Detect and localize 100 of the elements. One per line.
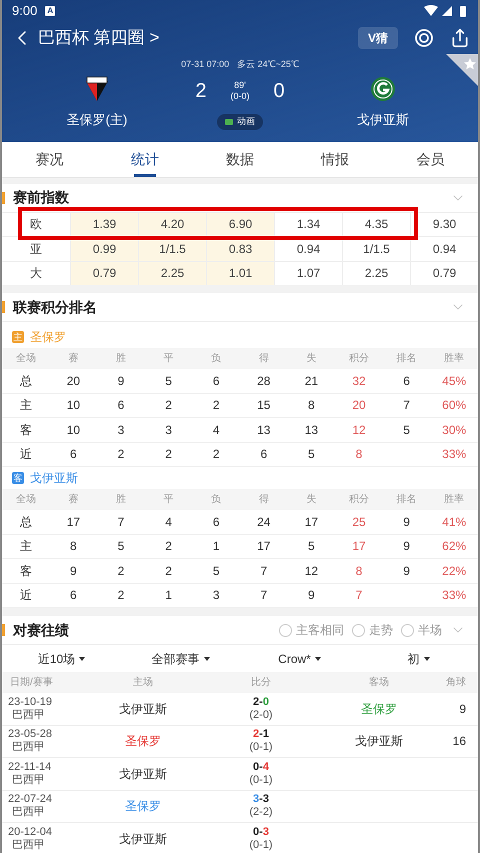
table-cell-text: 12 — [304, 562, 320, 580]
target-icon[interactable] — [414, 28, 434, 48]
corners: 16 — [452, 733, 467, 750]
league-name: 巴西甲 — [11, 708, 46, 722]
section-title: 赛前指数 — [13, 188, 69, 207]
home-team: 圣保罗 — [124, 798, 162, 816]
table-cell-text: 总 — [18, 514, 33, 531]
column-header: 胜率 — [443, 492, 466, 507]
column-header: 负 — [210, 493, 222, 507]
table-cell-text: 6 — [402, 372, 411, 390]
table-cell-text: 总 — [18, 372, 33, 390]
column-header: 日期/赛事 — [9, 676, 54, 690]
column-header: 赛 — [67, 352, 80, 366]
league-name: 巴西甲 — [11, 741, 46, 754]
table-cell-text: 33% — [441, 587, 468, 604]
table-cell-text: 3 — [164, 422, 173, 439]
match-date: 20-12-04 — [8, 826, 54, 839]
table-cell-text: 62% — [441, 538, 468, 556]
filter-dropdown[interactable]: 近10场 — [2, 650, 121, 668]
column-header: 全场 — [14, 352, 37, 366]
odds-cell: 0.79 — [410, 262, 478, 285]
tab[interactable]: 数据 — [192, 142, 288, 176]
table-cell-text: 6 — [212, 514, 221, 531]
match-score: 0-3 — [253, 826, 269, 839]
team-name: 圣保罗 — [30, 329, 66, 346]
odds-cell: 4.20 — [138, 212, 206, 236]
table-cell-text: 17 — [351, 538, 367, 556]
table-cell-text: 7 — [116, 514, 126, 531]
table-cell-text: 7 — [259, 587, 268, 604]
table-cell-text: 13 — [304, 422, 320, 439]
section-marker — [2, 301, 5, 313]
match-date: 22-07-24 — [8, 793, 54, 806]
column-header: 客场 — [368, 676, 390, 690]
column-header: 角球 — [445, 676, 467, 690]
table-cell-text: 17 — [256, 538, 272, 556]
home-score: 2 — [195, 78, 206, 104]
table-cell-text: 10 — [66, 422, 82, 439]
table-cell-text: 45% — [441, 372, 468, 390]
table-cell-text: 8 — [69, 538, 78, 556]
match-score: 0-4 — [253, 760, 269, 774]
status-icons — [424, 5, 468, 17]
match-date: 23-10-19 — [8, 696, 54, 709]
table-cell-text: 10 — [66, 397, 82, 414]
table-cell-text: 2 — [116, 446, 126, 464]
table-cell-text: 24 — [256, 514, 272, 531]
favorite-star-icon[interactable] — [446, 54, 478, 86]
table-cell-text: 7 — [354, 587, 364, 604]
table-cell-text: 2 — [212, 446, 221, 464]
table-cell-text: 客 — [18, 422, 33, 439]
column-header: 胜率 — [443, 352, 466, 366]
animation-button[interactable]: 动画 — [217, 114, 263, 130]
table-cell-text: 8 — [354, 562, 364, 580]
odds-cell: 0.94 — [410, 237, 478, 260]
team-badge: 客 — [12, 472, 24, 484]
team-crest-icon — [370, 76, 396, 102]
odds-cell: 2.25 — [342, 262, 410, 285]
table-cell-text: 5 — [212, 562, 221, 580]
table-cell-text: 41% — [441, 514, 468, 531]
table-cell-text: 2 — [164, 562, 173, 580]
table-cell-text: 4 — [164, 514, 173, 531]
column-header: 平 — [162, 493, 175, 507]
table-cell-text: 32 — [351, 372, 367, 390]
team-crest-icon — [85, 76, 109, 102]
odds-cell: 1.34 — [274, 212, 342, 236]
team-name: 戈伊亚斯 — [30, 470, 78, 487]
tab[interactable]: 统计 — [97, 142, 192, 176]
odds-cell: 1.01 — [206, 262, 274, 285]
half-time-score: (0-1) — [249, 774, 273, 787]
table-cell-text: 2 — [116, 587, 126, 604]
table-cell-text: 2 — [164, 446, 173, 464]
filter-dropdown[interactable]: 全部赛事 — [121, 650, 240, 668]
match-datetime: 07-31 07:00 — [181, 58, 230, 71]
table-cell-text: 2 — [116, 562, 126, 580]
half-time-score: (0-1) — [249, 741, 273, 754]
table-cell-text: 2 — [164, 538, 173, 556]
tab[interactable]: 会员 — [382, 142, 478, 176]
table-cell-text: 2 — [164, 397, 173, 414]
competition-title[interactable]: 巴西杯 第四圈 > — [38, 25, 160, 51]
table-cell-text: 5 — [164, 372, 173, 390]
home-team: 圣保罗 — [124, 733, 162, 750]
home-team-name: 圣保罗(主) — [66, 110, 128, 129]
table-cell-text: 4 — [212, 422, 221, 439]
share-icon[interactable] — [450, 28, 470, 48]
section-marker — [2, 192, 5, 204]
table-cell-text: 7 — [402, 397, 411, 414]
table-cell-text: 17 — [66, 514, 82, 531]
away-team: 戈伊亚斯 — [354, 733, 404, 750]
table-cell-text: 17 — [304, 514, 320, 531]
tab[interactable]: 情报 — [288, 142, 383, 176]
column-header: 主场 — [132, 676, 154, 690]
tab[interactable]: 赛况 — [2, 142, 98, 176]
column-header: 负 — [210, 352, 222, 366]
table-cell-text: 客 — [18, 562, 33, 580]
odds-cell: 9.30 — [410, 212, 478, 236]
filter-dropdown[interactable]: Crow* — [240, 650, 359, 668]
table-cell-text: 5 — [116, 538, 126, 556]
guess-button[interactable]: V猜 — [358, 27, 398, 49]
table-cell-text: 5 — [307, 538, 316, 556]
team-badge: 主 — [12, 331, 24, 343]
filter-dropdown[interactable]: 初 — [359, 650, 478, 668]
